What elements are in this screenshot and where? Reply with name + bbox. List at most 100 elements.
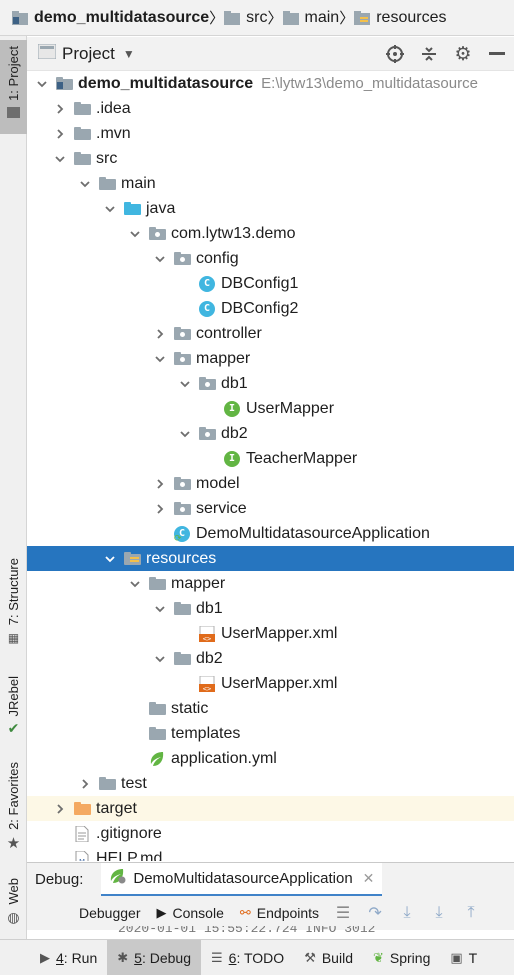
package-icon bbox=[148, 226, 166, 242]
expanded-arrow-icon[interactable] bbox=[153, 352, 167, 366]
collapsed-arrow-icon[interactable] bbox=[53, 127, 67, 141]
todo-tool-button[interactable]: ☰ 6: TODO bbox=[201, 940, 294, 975]
tree-node-main[interactable]: main bbox=[27, 171, 514, 196]
tree-node-static[interactable]: static bbox=[27, 696, 514, 721]
tree-node-label: .gitignore bbox=[96, 824, 162, 842]
tree-node-res-db2[interactable]: db2 bbox=[27, 646, 514, 671]
tree-node-mvn[interactable]: .mvn bbox=[27, 121, 514, 146]
tree-node-teachermapper[interactable]: I TeacherMapper bbox=[27, 446, 514, 471]
tree-node-test[interactable]: test bbox=[27, 771, 514, 796]
tree-node-application-class[interactable]: C ⟳ DemoMultidatasourceApplication bbox=[27, 521, 514, 546]
expanded-arrow-icon[interactable] bbox=[178, 427, 192, 441]
tree-node-root[interactable]: demo_multidatasource E:\lytw13\demo_mult… bbox=[27, 71, 514, 96]
project-tool-button[interactable]: 1: Project bbox=[0, 40, 27, 134]
tree-node-package[interactable]: com.lytw13.demo bbox=[27, 221, 514, 246]
breadcrumb-src[interactable]: src bbox=[224, 9, 268, 27]
tree-node-res-mapper[interactable]: mapper bbox=[27, 571, 514, 596]
breadcrumb-project[interactable]: demo_multidatasource bbox=[12, 9, 209, 27]
tree-node-label: TeacherMapper bbox=[246, 449, 358, 467]
tree-node-db1[interactable]: db1 bbox=[27, 371, 514, 396]
web-tool-label: Web bbox=[6, 878, 21, 905]
tree-node-application-yml[interactable]: application.yml bbox=[27, 746, 514, 771]
expanded-arrow-icon[interactable] bbox=[153, 652, 167, 666]
expanded-arrow-icon[interactable] bbox=[78, 177, 92, 191]
tree-node-dbconfig2[interactable]: C DBConfig2 bbox=[27, 296, 514, 321]
favorites-tool-button[interactable]: 2: Favorites ★ bbox=[0, 762, 27, 858]
console-tab[interactable]: ▶ Console bbox=[149, 896, 232, 930]
package-icon bbox=[173, 351, 191, 367]
excluded-folder-icon bbox=[73, 801, 91, 817]
package-icon bbox=[173, 251, 191, 267]
web-tool-button[interactable]: Web ◍ bbox=[0, 878, 27, 934]
tree-node-res-db1[interactable]: db1 bbox=[27, 596, 514, 621]
expanded-arrow-icon[interactable] bbox=[128, 227, 142, 241]
spring-config-icon bbox=[148, 751, 166, 767]
project-tool-label: 1: Project bbox=[6, 46, 21, 101]
locate-file-icon[interactable] bbox=[378, 37, 412, 71]
collapsed-arrow-icon[interactable] bbox=[153, 327, 167, 341]
tree-node-label: java bbox=[146, 199, 176, 217]
endpoints-tab[interactable]: ⚯ Endpoints bbox=[232, 896, 327, 930]
tree-node-label: main bbox=[121, 174, 156, 192]
close-tab-icon[interactable]: ✕ bbox=[363, 870, 375, 887]
build-tool-button[interactable]: ⚒ Build bbox=[294, 940, 363, 975]
breadcrumb-resources[interactable]: resources bbox=[354, 9, 446, 27]
structure-tool-button[interactable]: 7: Structure ▦ bbox=[0, 558, 27, 648]
expanded-arrow-icon[interactable] bbox=[103, 552, 117, 566]
debug-tool-button[interactable]: ✱ 5: Debug bbox=[107, 940, 202, 975]
tree-node-src[interactable]: src bbox=[27, 146, 514, 171]
step-into-icon[interactable]: ⤓ bbox=[391, 904, 423, 922]
expanded-arrow-icon[interactable] bbox=[128, 577, 142, 591]
spring-tool-button[interactable]: ❦ Spring bbox=[363, 940, 440, 975]
tree-node-controller[interactable]: controller bbox=[27, 321, 514, 346]
expanded-arrow-icon[interactable] bbox=[178, 377, 192, 391]
expanded-arrow-icon[interactable] bbox=[53, 152, 67, 166]
tree-node-dbconfig1[interactable]: C DBConfig1 bbox=[27, 271, 514, 296]
tree-node-templates[interactable]: templates bbox=[27, 721, 514, 746]
collapsed-arrow-icon[interactable] bbox=[53, 102, 67, 116]
endpoints-tab-label: Endpoints bbox=[256, 905, 320, 921]
tree-node-java[interactable]: java bbox=[27, 196, 514, 221]
package-icon bbox=[198, 426, 216, 442]
tree-node-resources[interactable]: resources bbox=[27, 546, 514, 571]
breadcrumb-main[interactable]: main bbox=[282, 9, 339, 27]
collapse-all-icon[interactable] bbox=[412, 37, 446, 71]
hide-panel-icon[interactable] bbox=[480, 37, 514, 71]
collapsed-arrow-icon[interactable] bbox=[53, 802, 67, 816]
tree-node-service[interactable]: service bbox=[27, 496, 514, 521]
tree-node-usermapper[interactable]: I UserMapper bbox=[27, 396, 514, 421]
collapsed-arrow-icon[interactable] bbox=[153, 502, 167, 516]
tree-node-idea[interactable]: .idea bbox=[27, 96, 514, 121]
collapsed-arrow-icon[interactable] bbox=[78, 777, 92, 791]
step-out-icon[interactable]: ⤒ bbox=[455, 904, 487, 922]
run-tool-button[interactable]: ▶ 4: Run bbox=[0, 940, 107, 975]
expanded-arrow-icon[interactable] bbox=[153, 602, 167, 616]
step-over-icon[interactable]: ↷ bbox=[359, 903, 391, 923]
expanded-arrow-icon[interactable] bbox=[153, 252, 167, 266]
jrebel-tool-button[interactable]: JRebel ✔ bbox=[0, 676, 27, 742]
collapsed-arrow-icon[interactable] bbox=[153, 477, 167, 491]
debugger-tab[interactable]: Debugger bbox=[71, 896, 149, 930]
terminal-tool-button[interactable]: ▣ T bbox=[440, 940, 487, 975]
tree-node-res-usermapper-xml-2[interactable]: <> UserMapper.xml bbox=[27, 671, 514, 696]
project-panel-title[interactable]: Project bbox=[62, 44, 115, 64]
tree-node-db2[interactable]: db2 bbox=[27, 421, 514, 446]
tree-node-target[interactable]: target bbox=[27, 796, 514, 821]
interface-icon: I bbox=[223, 450, 241, 467]
tree-node-help-md[interactable]: M HELP.md bbox=[27, 846, 514, 861]
tree-node-mapper[interactable]: mapper bbox=[27, 346, 514, 371]
tree-node-res-usermapper-xml-1[interactable]: <> UserMapper.xml bbox=[27, 621, 514, 646]
settings-gear-icon[interactable]: ⚙ bbox=[446, 37, 480, 71]
force-step-into-icon[interactable]: ⤓ bbox=[423, 904, 455, 922]
expanded-arrow-icon[interactable] bbox=[35, 77, 49, 91]
tree-node-model[interactable]: model bbox=[27, 471, 514, 496]
view-dropdown-caret-icon[interactable]: ▼ bbox=[123, 47, 135, 61]
menu-lines-icon[interactable]: ☰ bbox=[327, 903, 359, 923]
tree-node-gitignore[interactable]: .gitignore bbox=[27, 821, 514, 846]
debug-tool-number: 5 bbox=[134, 949, 142, 966]
expanded-arrow-icon[interactable] bbox=[103, 202, 117, 216]
package-icon bbox=[198, 376, 216, 392]
svg-text:<>: <> bbox=[203, 685, 211, 692]
tree-node-config[interactable]: config bbox=[27, 246, 514, 271]
debug-session-tab[interactable]: DemoMultidatasourceApplication ✕ bbox=[101, 862, 383, 897]
